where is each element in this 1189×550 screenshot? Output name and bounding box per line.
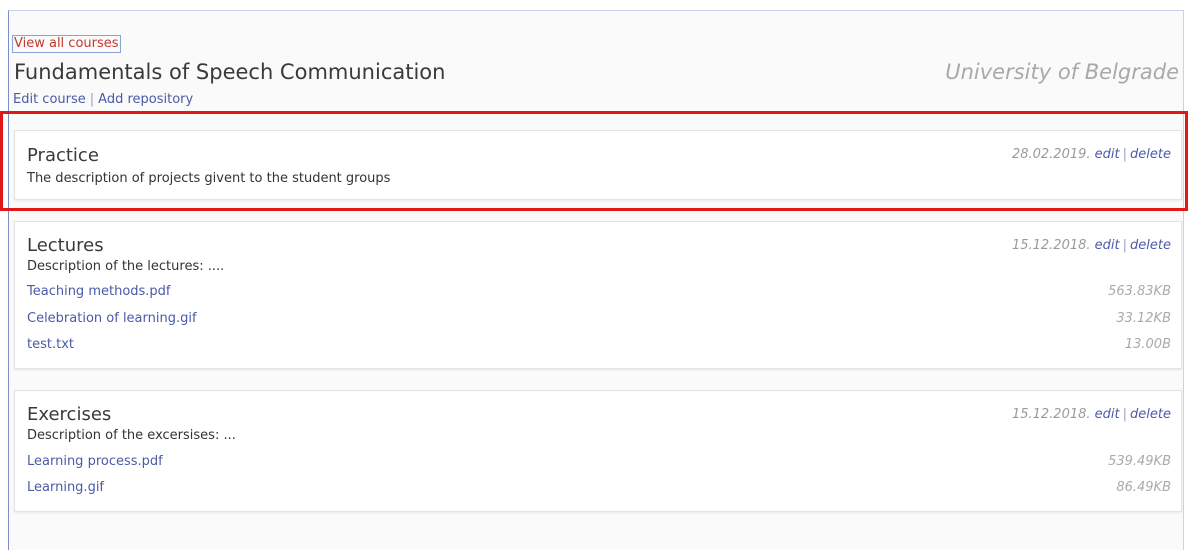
- edit-repository-link[interactable]: edit: [1095, 147, 1120, 162]
- file-size: 86.49KB: [1116, 480, 1171, 495]
- repository-date: 28.02.2019.: [1011, 147, 1091, 162]
- file-link[interactable]: Learning.gif: [27, 477, 104, 499]
- edit-repository-link[interactable]: edit: [1095, 238, 1120, 253]
- repository-meta: 15.12.2018. edit | delete: [1012, 237, 1171, 255]
- file-link[interactable]: Learning process.pdf: [27, 451, 163, 473]
- course-title: Fundamentals of Speech Communication: [14, 60, 446, 84]
- repository-card-exercises: Exercises Description of the excersises:…: [14, 390, 1182, 512]
- repository-meta: 15.12.2018. edit | delete: [1012, 406, 1171, 424]
- file-size: 539.49KB: [1108, 454, 1171, 469]
- file-row: Teaching methods.pdf 563.83KB: [27, 281, 1171, 303]
- file-row: test.txt 13.00B: [27, 334, 1171, 356]
- repository-date: 15.12.2018.: [1011, 238, 1091, 253]
- repository-card-practice: Practice The description of projects giv…: [14, 130, 1182, 200]
- file-link[interactable]: Teaching methods.pdf: [27, 281, 171, 303]
- repository-meta: 28.02.2019. edit | delete: [1012, 146, 1171, 164]
- separator: |: [1122, 147, 1128, 162]
- file-row: Learning process.pdf 539.49KB: [27, 451, 1171, 473]
- add-repository-link[interactable]: Add repository: [98, 92, 193, 107]
- repository-card-lectures: Lectures Description of the lectures: ..…: [14, 221, 1182, 369]
- delete-repository-link[interactable]: delete: [1130, 238, 1171, 253]
- separator: |: [1122, 407, 1128, 422]
- university-name: University of Belgrade: [945, 60, 1179, 84]
- file-link[interactable]: test.txt: [27, 334, 74, 356]
- view-all-courses-link[interactable]: View all courses: [12, 35, 121, 53]
- file-row: Learning.gif 86.49KB: [27, 477, 1171, 499]
- file-row: Celebration of learning.gif 33.12KB: [27, 308, 1171, 330]
- repository-title: Practice: [27, 145, 99, 166]
- file-size: 563.83KB: [1108, 284, 1171, 299]
- separator: |: [89, 92, 95, 107]
- file-link[interactable]: Celebration of learning.gif: [27, 308, 197, 330]
- delete-repository-link[interactable]: delete: [1130, 147, 1171, 162]
- separator: |: [1122, 238, 1128, 253]
- delete-repository-link[interactable]: delete: [1130, 407, 1171, 422]
- repository-description: Description of the excersises: ...: [27, 428, 236, 443]
- repository-title: Exercises: [27, 404, 112, 425]
- repository-description: The description of projects givent to th…: [27, 171, 391, 186]
- file-size: 13.00B: [1124, 337, 1171, 352]
- course-actions: Edit course | Add repository: [13, 91, 193, 109]
- repository-title: Lectures: [27, 235, 104, 256]
- edit-repository-link[interactable]: edit: [1095, 407, 1120, 422]
- edit-course-link[interactable]: Edit course: [13, 92, 86, 107]
- repository-description: Description of the lectures: ....: [27, 259, 225, 274]
- file-size: 33.12KB: [1116, 311, 1171, 326]
- repository-date: 15.12.2018.: [1011, 407, 1091, 422]
